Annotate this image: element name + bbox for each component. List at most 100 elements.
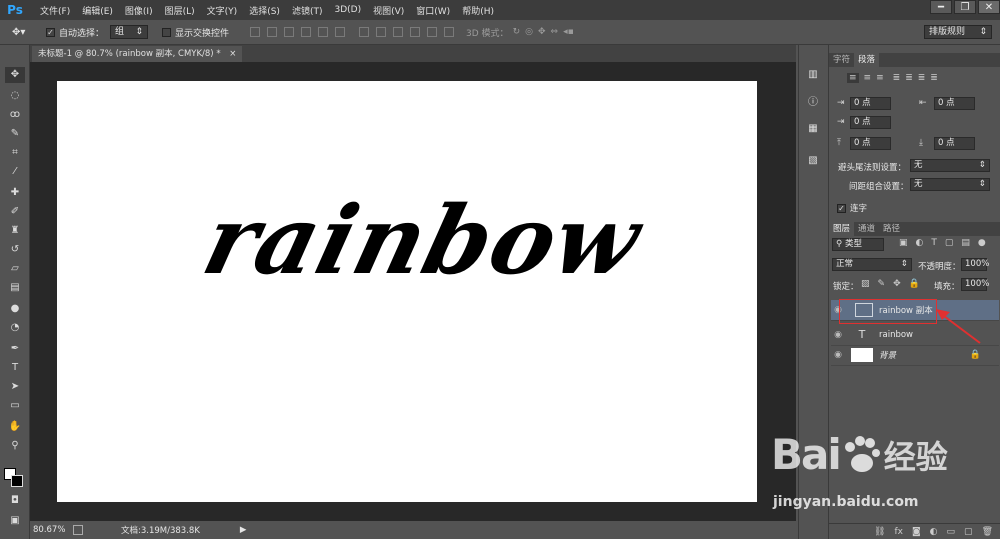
auto-select-dropdown[interactable]: 组 ⇕ xyxy=(110,25,149,39)
layer-row-rainbow[interactable]: ◉ T rainbow xyxy=(831,325,999,346)
tab-paths[interactable]: 路径 xyxy=(879,222,904,236)
3d-scale-icon[interactable]: ◂▪ xyxy=(563,27,574,37)
align-hcenter-icon[interactable] xyxy=(318,27,329,37)
align-left-text-icon[interactable]: ≡ xyxy=(847,73,859,83)
delete-layer-icon[interactable]: 🗑 xyxy=(982,527,993,537)
indent-right-field[interactable]: 0 点 xyxy=(934,97,975,110)
document-tab[interactable]: 未标题-1 @ 80.7% (rainbow 副本, CMYK/8) * × xyxy=(32,46,243,62)
minimize-button[interactable]: ━ xyxy=(930,0,952,14)
align-right-icon[interactable] xyxy=(335,27,346,37)
type-filter-icon[interactable]: T xyxy=(931,238,937,248)
restore-button[interactable]: ❐ xyxy=(954,0,976,14)
smart-object-filter-icon[interactable]: ▤ xyxy=(961,238,970,248)
menu-help[interactable]: 帮助(H) xyxy=(456,4,500,17)
zoom-tool-icon[interactable]: ⚲ xyxy=(5,438,25,454)
eraser-tool-icon[interactable]: ▱ xyxy=(5,261,25,277)
hand-tool-icon[interactable]: ✋ xyxy=(5,419,25,435)
pen-tool-icon[interactable]: ✒ xyxy=(5,341,25,357)
distribute-top-icon[interactable] xyxy=(359,27,370,37)
adjustment-filter-icon[interactable]: ◐ xyxy=(916,238,924,248)
justify-last-center-icon[interactable]: ≣ xyxy=(905,73,913,83)
type-tool-icon[interactable]: T xyxy=(5,360,25,376)
lasso-tool-icon[interactable]: ꝏ xyxy=(5,107,25,123)
pixel-filter-icon[interactable]: ▣ xyxy=(899,238,908,248)
background-color-swatch[interactable] xyxy=(11,475,23,487)
brush-tool-icon[interactable]: ✐ xyxy=(5,204,25,220)
layer-row-background[interactable]: ◉ 背景 🔒 xyxy=(831,345,999,366)
align-center-text-icon[interactable]: ≡ xyxy=(864,73,872,83)
shape-filter-icon[interactable]: ▢ xyxy=(945,238,954,248)
tab-character[interactable]: 字符 xyxy=(829,53,854,67)
space-after-field[interactable]: 0 点 xyxy=(934,137,975,150)
dodge-tool-icon[interactable]: ◔ xyxy=(5,320,25,336)
3d-drag-icon[interactable]: ✥ xyxy=(538,27,546,37)
close-tab-icon[interactable]: × xyxy=(229,49,236,59)
gradient-tool-icon[interactable]: ▤ xyxy=(5,280,25,296)
quick-mask-icon[interactable]: ◘ xyxy=(5,493,25,509)
menu-window[interactable]: 窗口(W) xyxy=(410,4,456,17)
distribute-vcenter-icon[interactable] xyxy=(376,27,387,37)
align-bottom-icon[interactable] xyxy=(284,27,295,37)
add-mask-icon[interactable]: ◙ xyxy=(912,527,921,537)
adjustment-layer-icon[interactable]: ◐ xyxy=(930,527,938,537)
blend-mode-dropdown[interactable]: 正常 ⇕ xyxy=(832,258,912,271)
layer-filter-dropdown[interactable]: ⚲ 类型 xyxy=(832,238,884,251)
distribute-left-icon[interactable] xyxy=(410,27,421,37)
indent-left-field[interactable]: 0 点 xyxy=(850,97,891,110)
align-top-icon[interactable] xyxy=(250,27,261,37)
link-layers-icon[interactable]: ⛓ xyxy=(874,527,885,537)
menu-layer[interactable]: 图层(L) xyxy=(159,4,201,17)
status-info-icon[interactable] xyxy=(73,525,83,535)
show-transform-checkbox[interactable]: 显示交换控件 xyxy=(162,26,229,39)
info-panel-icon[interactable]: ⓘ xyxy=(805,95,821,111)
menu-select[interactable]: 选择(S) xyxy=(243,4,286,17)
quick-select-tool-icon[interactable]: ✎ xyxy=(5,126,25,142)
distribute-hcenter-icon[interactable] xyxy=(427,27,438,37)
justify-all-icon[interactable]: ≣ xyxy=(930,73,938,83)
close-button[interactable]: ✕ xyxy=(978,0,1000,14)
healing-brush-tool-icon[interactable]: ✚ xyxy=(5,185,25,201)
screen-mode-icon[interactable]: ▣ xyxy=(5,513,25,529)
blur-tool-icon[interactable]: ● xyxy=(5,301,25,317)
tab-paragraph[interactable]: 段落 xyxy=(854,53,880,67)
menu-file[interactable]: 文件(F) xyxy=(34,4,76,17)
eyedropper-tool-icon[interactable]: ⁄ xyxy=(5,164,25,180)
workspace-dropdown[interactable]: 排版规则 ⇕ xyxy=(924,25,992,39)
space-before-field[interactable]: 0 点 xyxy=(850,137,891,150)
tab-channels[interactable]: 通道 xyxy=(854,222,879,236)
lock-position-icon[interactable]: ✥ xyxy=(893,279,901,289)
layer-name[interactable]: rainbow xyxy=(879,330,913,340)
3d-roll-icon[interactable]: ◎ xyxy=(525,27,533,37)
justify-last-left-icon[interactable]: ≣ xyxy=(893,73,901,83)
lock-all-icon[interactable]: 🔒 xyxy=(909,279,920,289)
menu-view[interactable]: 视图(V) xyxy=(367,4,410,17)
document-canvas[interactable]: rainbow xyxy=(57,81,757,502)
opacity-field[interactable]: 100% xyxy=(961,258,989,271)
align-vcenter-icon[interactable] xyxy=(267,27,278,37)
path-select-tool-icon[interactable]: ➤ xyxy=(5,379,25,395)
new-layer-icon[interactable]: ▢ xyxy=(964,527,973,537)
menu-filter[interactable]: 滤镜(T) xyxy=(286,4,329,17)
menu-3d[interactable]: 3D(D) xyxy=(328,5,367,15)
tab-layers[interactable]: 图层 xyxy=(829,222,855,236)
mojikumi-dropdown[interactable]: 无 ⇕ xyxy=(910,178,990,191)
distribute-right-icon[interactable] xyxy=(444,27,455,37)
status-menu-arrow[interactable]: ▶ xyxy=(240,525,247,535)
crop-tool-icon[interactable]: ⌗ xyxy=(5,145,25,161)
fill-field[interactable]: 100% xyxy=(961,278,989,291)
layer-style-icon[interactable]: fx xyxy=(894,527,903,537)
styles-panel-icon[interactable]: ▧ xyxy=(805,153,821,169)
menu-type[interactable]: 文字(Y) xyxy=(201,4,244,17)
lock-transparency-icon[interactable]: ▨ xyxy=(861,279,870,289)
visibility-eye-icon[interactable]: ◉ xyxy=(831,330,845,340)
filter-toggle-icon[interactable]: ● xyxy=(978,238,986,248)
3d-rotate-icon[interactable]: ↻ xyxy=(513,27,521,37)
move-tool-preset[interactable]: ✥▾ xyxy=(12,27,40,38)
clone-stamp-tool-icon[interactable]: ♜ xyxy=(5,223,25,239)
first-line-indent-field[interactable]: 0 点 xyxy=(850,116,891,129)
canvas-text-rainbow[interactable]: rainbow xyxy=(193,186,651,296)
visibility-eye-icon[interactable]: ◉ xyxy=(831,350,845,360)
history-brush-tool-icon[interactable]: ↺ xyxy=(5,242,25,258)
history-panel-icon[interactable]: ▥ xyxy=(805,67,821,83)
rectangle-tool-icon[interactable]: ▭ xyxy=(5,398,25,414)
